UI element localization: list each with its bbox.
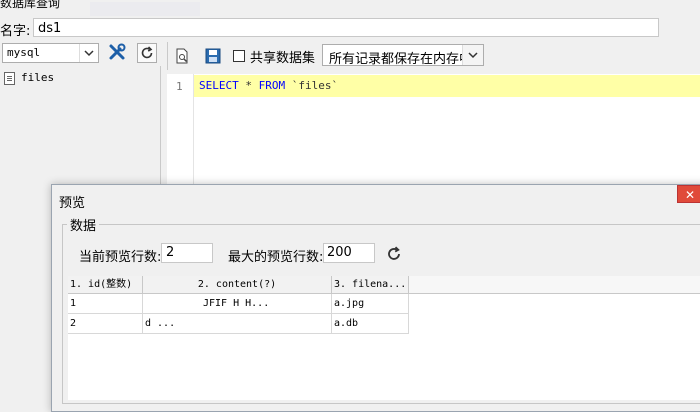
datasource-select[interactable]: mysql [2,43,99,63]
sql-statement[interactable]: SELECT * FROM `files` [199,79,338,92]
storage-mode-value: 所有记录都保存在内存中 [329,52,473,67]
refresh-preview-button[interactable] [384,244,404,264]
dialog-title: 预览 [59,196,86,211]
chevron-down-icon [462,45,483,65]
tree-item-files[interactable]: files [4,70,54,86]
header-filler [409,276,700,294]
close-button[interactable]: ✕ [677,185,700,203]
current-rows-label: 当前预览行数: [79,250,162,265]
sql-keyword-select: SELECT [199,79,239,92]
tools-button[interactable] [106,43,128,63]
current-rows-field[interactable]: 2 [161,243,213,263]
sql-table-name: `files` [285,79,339,92]
storage-mode-select[interactable]: 所有记录都保存在内存中 [322,44,484,67]
table-cell[interactable]: d ... [143,314,332,334]
table-cell[interactable]: JFIF H H... [143,294,332,314]
table-icon [4,71,15,85]
datasource-select-value: mysql [7,46,41,59]
sql-star: * [238,79,259,92]
save-icon [205,48,221,64]
window-title-ghost [90,2,200,16]
max-rows-field[interactable]: 200 [323,243,375,263]
preview-icon [176,48,188,64]
column-header[interactable]: 3. filena... [332,276,409,294]
sql-keyword-from: FROM [258,79,286,92]
table-cell[interactable]: 1 [68,294,143,314]
data-group-label: 数据 [67,215,100,234]
refresh-icon [141,46,153,59]
save-button[interactable] [205,48,221,64]
close-icon: ✕ [684,188,696,202]
chevron-down-icon [79,44,98,62]
refresh-icon [388,246,400,260]
name-input[interactable]: ds1 [33,18,659,37]
column-header[interactable]: 1. id(整数) [68,276,143,294]
tools-icon [109,43,126,60]
table-cell[interactable]: a.db [332,314,409,334]
share-dataset-label: 共享数据集 [250,51,316,66]
window-title: 数据库查询 [0,0,61,10]
tree-item-label: files [21,71,55,84]
refresh-button[interactable] [137,43,157,63]
max-rows-label: 最大的预览行数: [228,250,324,265]
line-number: 1 [176,80,183,93]
table-cell[interactable]: 2 [68,314,143,334]
share-dataset-checkbox[interactable] [233,50,245,62]
preview-button[interactable] [174,48,190,64]
name-label: 名字: [0,24,31,39]
table-cell[interactable]: a.jpg [332,294,409,314]
column-header[interactable]: 2. content(?) [143,276,332,294]
